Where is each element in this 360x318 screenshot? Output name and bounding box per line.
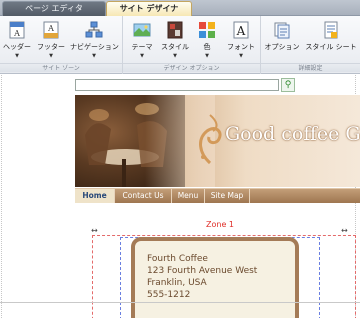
chevron-down-icon: ▼ (239, 53, 243, 59)
theme-button[interactable]: テーマ ▼ (129, 19, 155, 61)
navigation-icon (85, 21, 103, 38)
address-line: 555-1212 (147, 290, 191, 300)
font-icon: A (233, 21, 249, 39)
resize-handle-icon[interactable]: ↔ (91, 226, 98, 235)
zone-label: Zone 1 (206, 220, 234, 229)
page-divider (0, 302, 360, 303)
style-icon (167, 21, 183, 39)
navigation-button-label: ナビゲーション (70, 43, 119, 51)
chevron-down-icon: ▼ (92, 53, 96, 59)
options-button-label: オプション (264, 43, 300, 51)
footer-icon: A (43, 21, 59, 39)
address-line: Franklin, USA (147, 278, 207, 288)
swirl-ornament-icon (199, 114, 222, 165)
site-navigation: Home Contact Us Menu Site Map (75, 188, 360, 203)
group-advanced-settings: オプション スタイル シート 詳細設定 (261, 16, 360, 74)
resize-handle-icon[interactable]: ↔ (341, 226, 348, 235)
site-designer-window: ページ エディタ サイト デザイナ A ヘッダー ▼ A フッター ▼ ナビゲー… (0, 0, 360, 318)
address-line: Fourth Coffee (147, 254, 208, 264)
theme-button-label: テーマ (131, 43, 153, 51)
group-design-options: テーマ ▼ スタイル ▼ 色 ▼ A フォント ▼ デザイン オプション (123, 16, 261, 74)
address-line: 123 Fourth Avenue West (147, 266, 258, 276)
navigation-button[interactable]: ナビゲーション ▼ (70, 19, 119, 61)
nav-item-contact-us[interactable]: Contact Us (115, 189, 172, 203)
svg-text:A: A (13, 29, 20, 38)
stylesheet-button[interactable]: スタイル シート (305, 19, 357, 61)
svg-text:A: A (47, 24, 54, 33)
design-canvas: ⚲ Good coffee Gr Home Contact Us Menu Si… (0, 75, 360, 318)
footer-button[interactable]: A フッター ▼ (37, 19, 65, 61)
style-button-label: スタイル (161, 43, 189, 51)
chevron-down-icon: ▼ (49, 53, 53, 59)
address-card[interactable]: Fourth Coffee 123 Fourth Avenue West Fra… (131, 237, 299, 318)
search-button[interactable]: ⚲ (281, 78, 295, 92)
nav-item-site-map[interactable]: Site Map (205, 189, 250, 203)
footer-button-label: フッター (37, 43, 65, 51)
header-button-label: ヘッダー (3, 43, 31, 51)
chevron-down-icon: ▼ (173, 53, 177, 59)
nav-item-home[interactable]: Home (75, 189, 115, 203)
options-button[interactable]: オプション (265, 19, 300, 61)
group-site-zones: A ヘッダー ▼ A フッター ▼ ナビゲーション ▼ サイト ゾーン (0, 16, 123, 74)
site-banner: Good coffee Gr (75, 95, 360, 187)
group-label-site-zones: サイト ゾーン (0, 63, 122, 72)
stylesheet-button-label: スタイル シート (305, 43, 357, 51)
header-icon: A (9, 21, 25, 39)
stylesheet-icon (324, 21, 338, 39)
tab-site-designer[interactable]: サイト デザイナ (106, 1, 192, 16)
nav-item-menu[interactable]: Menu (172, 189, 205, 203)
color-button[interactable]: 色 ▼ (195, 19, 219, 61)
chevron-down-icon: ▼ (205, 53, 209, 59)
guide-line (1, 75, 2, 318)
search-input[interactable] (75, 79, 279, 91)
chevron-down-icon: ▼ (140, 53, 144, 59)
banner-title: Good coffee Gr (225, 123, 360, 145)
font-button-label: フォント (227, 43, 255, 51)
tab-page-editor[interactable]: ページ エディタ (2, 1, 106, 16)
ribbon-tab-strip: ページ エディタ サイト デザイナ (0, 0, 360, 16)
group-label-design-options: デザイン オプション (123, 63, 260, 72)
options-icon (274, 22, 290, 39)
style-button[interactable]: スタイル ▼ (161, 19, 189, 61)
group-label-advanced-settings: 詳細設定 (261, 63, 360, 72)
ribbon: A ヘッダー ▼ A フッター ▼ ナビゲーション ▼ サイト ゾーン テーマ … (0, 16, 360, 74)
svg-text:A: A (236, 24, 246, 38)
color-icon (199, 22, 215, 38)
theme-icon (133, 23, 151, 37)
header-button[interactable]: A ヘッダー ▼ (3, 19, 31, 61)
font-button[interactable]: A フォント ▼ (227, 19, 255, 61)
color-button-label: 色 (203, 43, 211, 51)
search-icon: ⚲ (284, 80, 292, 90)
chevron-down-icon: ▼ (15, 53, 19, 59)
